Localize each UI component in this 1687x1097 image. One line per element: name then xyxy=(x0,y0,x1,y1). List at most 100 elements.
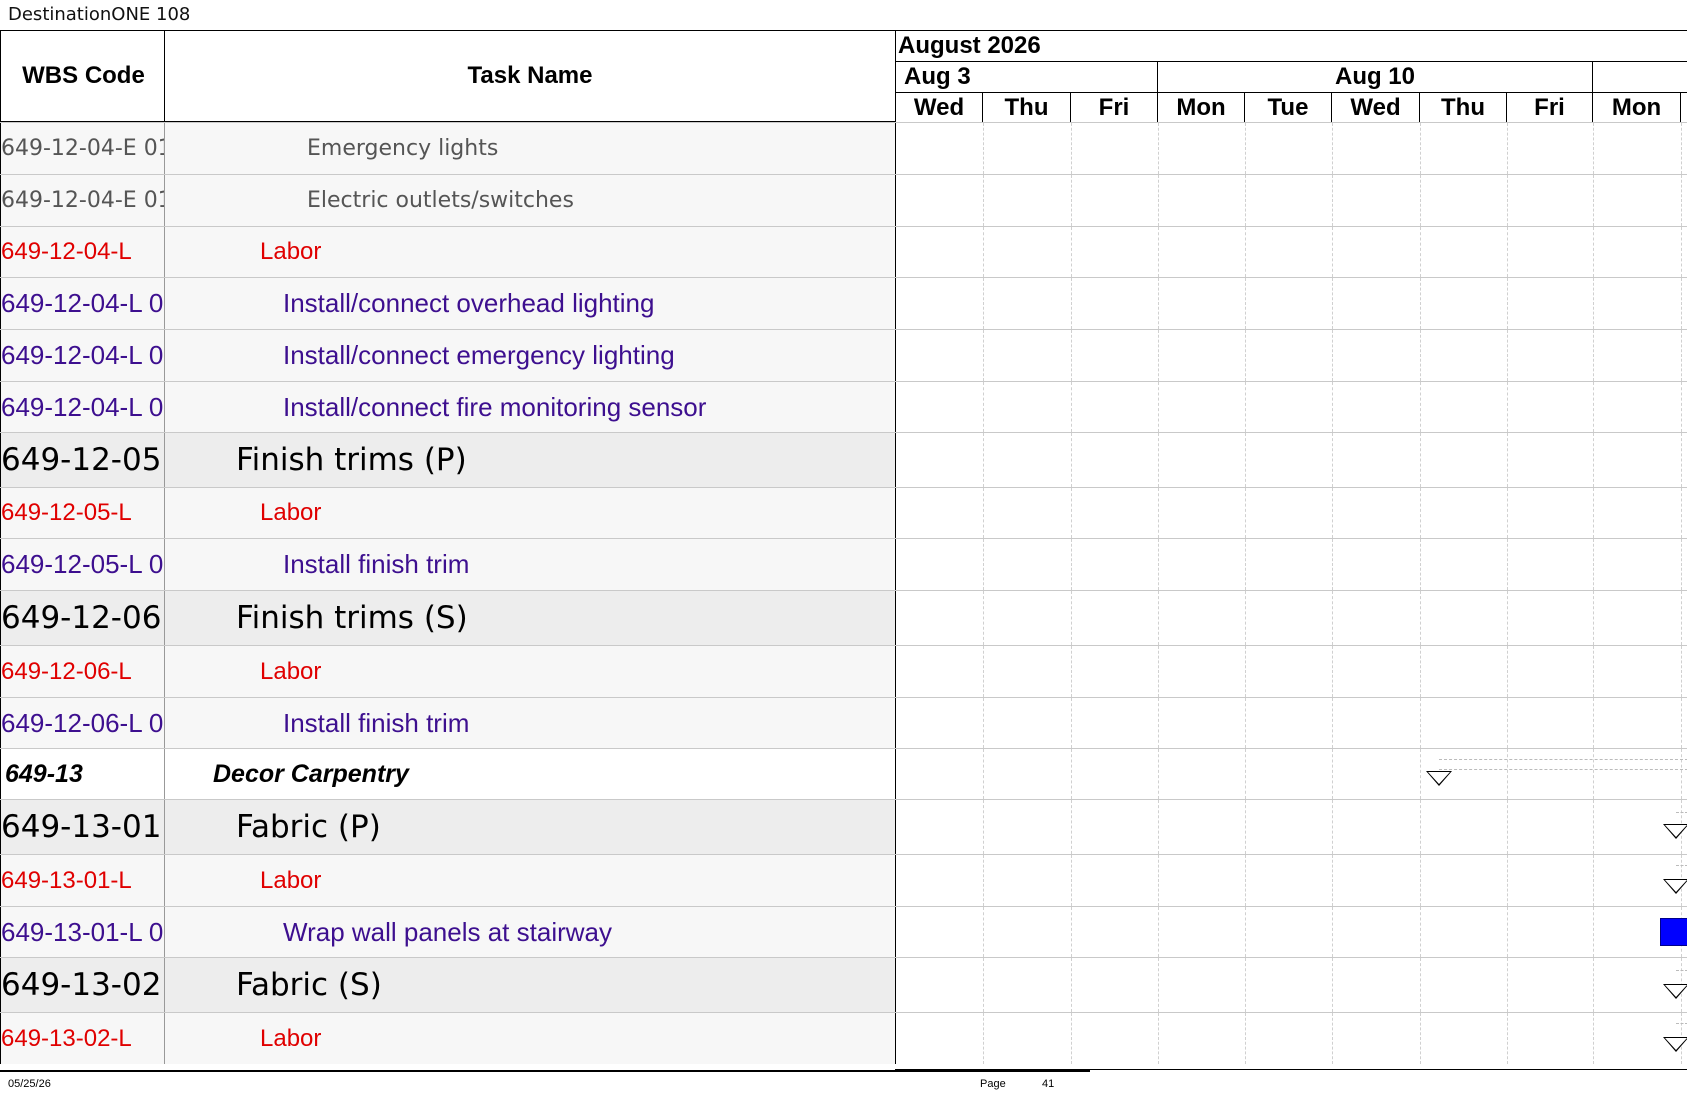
wbs-code-cell[interactable]: 649-12-05 xyxy=(0,433,165,487)
task-name-cell[interactable]: Labor xyxy=(165,646,895,697)
gantt-cell[interactable] xyxy=(895,591,1687,645)
summary-bar[interactable] xyxy=(1676,812,1687,813)
day-gridline xyxy=(1420,698,1421,748)
day-gridline xyxy=(1681,749,1682,799)
task-name-cell[interactable]: Labor xyxy=(165,227,895,277)
gantt-cell[interactable] xyxy=(895,539,1687,590)
task-name-cell[interactable]: Decor Carpentry xyxy=(165,749,895,799)
gantt-cell[interactable] xyxy=(895,123,1687,174)
table-row[interactable]: 649-12-06-L Labor xyxy=(0,645,1687,697)
day-gridline xyxy=(1245,749,1246,799)
task-name-cell[interactable]: Install/connect fire monitoring sensor xyxy=(165,382,895,432)
wbs-code-cell[interactable]: 649-12-04-L 0 xyxy=(0,278,165,329)
wbs-code-cell[interactable]: 649-12-05-L 0 xyxy=(0,539,165,590)
day-gridline xyxy=(1420,433,1421,487)
task-name-cell[interactable]: Finish trims (P) xyxy=(165,433,895,487)
summary-start-marker[interactable] xyxy=(1663,1037,1687,1052)
wbs-column-header-cell[interactable]: WBS Code xyxy=(0,30,165,122)
day-gridline xyxy=(1245,433,1246,487)
task-name-cell[interactable]: Finish trims (S) xyxy=(165,591,895,645)
day-label: Fri xyxy=(1071,93,1158,123)
task-name-cell[interactable]: Emergency lights xyxy=(165,123,895,174)
task-name-cell[interactable]: Install/connect emergency lighting xyxy=(165,330,895,381)
summary-bar[interactable] xyxy=(1439,759,1687,760)
table-row[interactable]: 649-13-01-L 0 Wrap wall panels at stairwa… xyxy=(0,906,1687,957)
table-row[interactable]: 649-13 Decor Carpentry xyxy=(0,748,1687,799)
task-name-cell[interactable]: Fabric (S) xyxy=(165,958,895,1012)
table-row[interactable]: 649-12-04-E 01 Electric outlets/switches xyxy=(0,174,1687,226)
task-name-cell[interactable]: Labor xyxy=(165,488,895,538)
gantt-cell[interactable] xyxy=(895,175,1687,226)
table-row[interactable]: 649-13-02 Fabric (S) xyxy=(0,957,1687,1012)
gantt-cell[interactable] xyxy=(895,382,1687,432)
wbs-code-cell[interactable]: 649-12-04-L 0 xyxy=(0,382,165,432)
gantt-cell[interactable] xyxy=(895,749,1687,799)
wbs-code-cell[interactable]: 649-12-06 xyxy=(0,591,165,645)
wbs-code-cell[interactable]: 649-13 xyxy=(0,749,165,799)
wbs-code-cell[interactable]: 649-12-04-L 0 xyxy=(0,330,165,381)
gantt-cell[interactable] xyxy=(895,330,1687,381)
table-row[interactable]: 649-12-06-L 0 Install finish trim xyxy=(0,697,1687,748)
gantt-cell[interactable] xyxy=(895,1013,1687,1064)
day-gridline xyxy=(1420,855,1421,906)
gantt-cell[interactable] xyxy=(895,855,1687,906)
wbs-code-cell[interactable]: 649-12-05-L xyxy=(0,488,165,538)
wbs-code-cell[interactable]: 649-12-06-L xyxy=(0,646,165,697)
table-row[interactable]: 649-12-04-E 01 Emergency lights xyxy=(0,122,1687,174)
day-gridline xyxy=(1245,123,1246,174)
table-row[interactable]: 649-12-06 Finish trims (S) xyxy=(0,590,1687,645)
gantt-cell[interactable] xyxy=(895,646,1687,697)
day-gridline xyxy=(1332,278,1333,329)
task-name-cell[interactable]: Labor xyxy=(165,1013,895,1064)
table-row[interactable]: 649-12-05 Finish trims (P) xyxy=(0,432,1687,487)
table-row[interactable]: 649-12-05-L Labor xyxy=(0,487,1687,538)
wbs-code-cell[interactable]: 649-13-01-L xyxy=(0,855,165,906)
wbs-code-cell[interactable]: 649-13-02-L xyxy=(0,1013,165,1064)
day-gridline xyxy=(1071,175,1072,226)
summary-bar[interactable] xyxy=(1676,1023,1687,1024)
task-column-header-cell[interactable]: Task Name xyxy=(164,30,895,122)
table-row[interactable]: 649-13-01-L Labor xyxy=(0,854,1687,906)
table-row[interactable]: 649-12-04-L 0 Install/connect overhead li… xyxy=(0,277,1687,329)
week-label: Aug 3 xyxy=(896,62,1158,92)
task-name-cell[interactable]: Labor xyxy=(165,855,895,906)
gantt-cell[interactable] xyxy=(895,800,1687,854)
gantt-cell[interactable] xyxy=(895,433,1687,487)
table-row[interactable]: 649-13-01 Fabric (P) xyxy=(0,799,1687,854)
wbs-code-cell[interactable]: 649-12-04-L xyxy=(0,227,165,277)
table-row[interactable]: 649-12-04-L Labor xyxy=(0,226,1687,277)
table-row[interactable]: 649-12-04-L 0 Install/connect emergency l… xyxy=(0,329,1687,381)
wbs-code-cell[interactable]: 649-12-04-E 01 xyxy=(0,123,165,174)
gantt-cell[interactable] xyxy=(895,278,1687,329)
wbs-code-cell[interactable]: 649-13-01-L 0 xyxy=(0,907,165,957)
wbs-code-cell[interactable]: 649-13-02 xyxy=(0,958,165,1012)
day-gridline xyxy=(1593,958,1594,1012)
task-name-cell[interactable]: Wrap wall panels at stairway xyxy=(165,907,895,957)
task-name-cell[interactable]: Install/connect overhead lighting xyxy=(165,278,895,329)
task-name-cell[interactable]: Install finish trim xyxy=(165,698,895,748)
summary-start-marker[interactable] xyxy=(1426,771,1452,786)
gantt-cell[interactable] xyxy=(895,488,1687,538)
gantt-cell[interactable] xyxy=(895,698,1687,748)
gantt-cell[interactable] xyxy=(895,958,1687,1012)
task-name-cell[interactable]: Fabric (P) xyxy=(165,800,895,854)
task-name-cell[interactable]: Install finish trim xyxy=(165,539,895,590)
summary-bar[interactable] xyxy=(1439,769,1687,770)
task-name-cell[interactable]: Electric outlets/switches xyxy=(165,175,895,226)
summary-bar[interactable] xyxy=(1676,865,1687,866)
wbs-code-cell[interactable]: 649-13-01 xyxy=(0,800,165,854)
day-gridline xyxy=(1245,907,1246,957)
wbs-code-cell[interactable]: 649-12-06-L 0 xyxy=(0,698,165,748)
summary-start-marker[interactable] xyxy=(1663,879,1687,894)
table-row[interactable]: 649-13-02-L Labor xyxy=(0,1012,1687,1064)
gantt-cell[interactable] xyxy=(895,227,1687,277)
task-bar[interactable] xyxy=(1660,918,1687,946)
summary-bar[interactable] xyxy=(1676,970,1687,971)
gantt-cell[interactable] xyxy=(895,907,1687,957)
summary-start-marker[interactable] xyxy=(1663,824,1687,839)
table-row[interactable]: 649-12-05-L 0 Install finish trim xyxy=(0,538,1687,590)
wbs-code-cell[interactable]: 649-12-04-E 01 xyxy=(0,175,165,226)
week-row: Aug 3 Aug 10 xyxy=(896,61,1687,92)
table-row[interactable]: 649-12-04-L 0 Install/connect fire monito… xyxy=(0,381,1687,432)
summary-start-marker[interactable] xyxy=(1663,984,1687,999)
